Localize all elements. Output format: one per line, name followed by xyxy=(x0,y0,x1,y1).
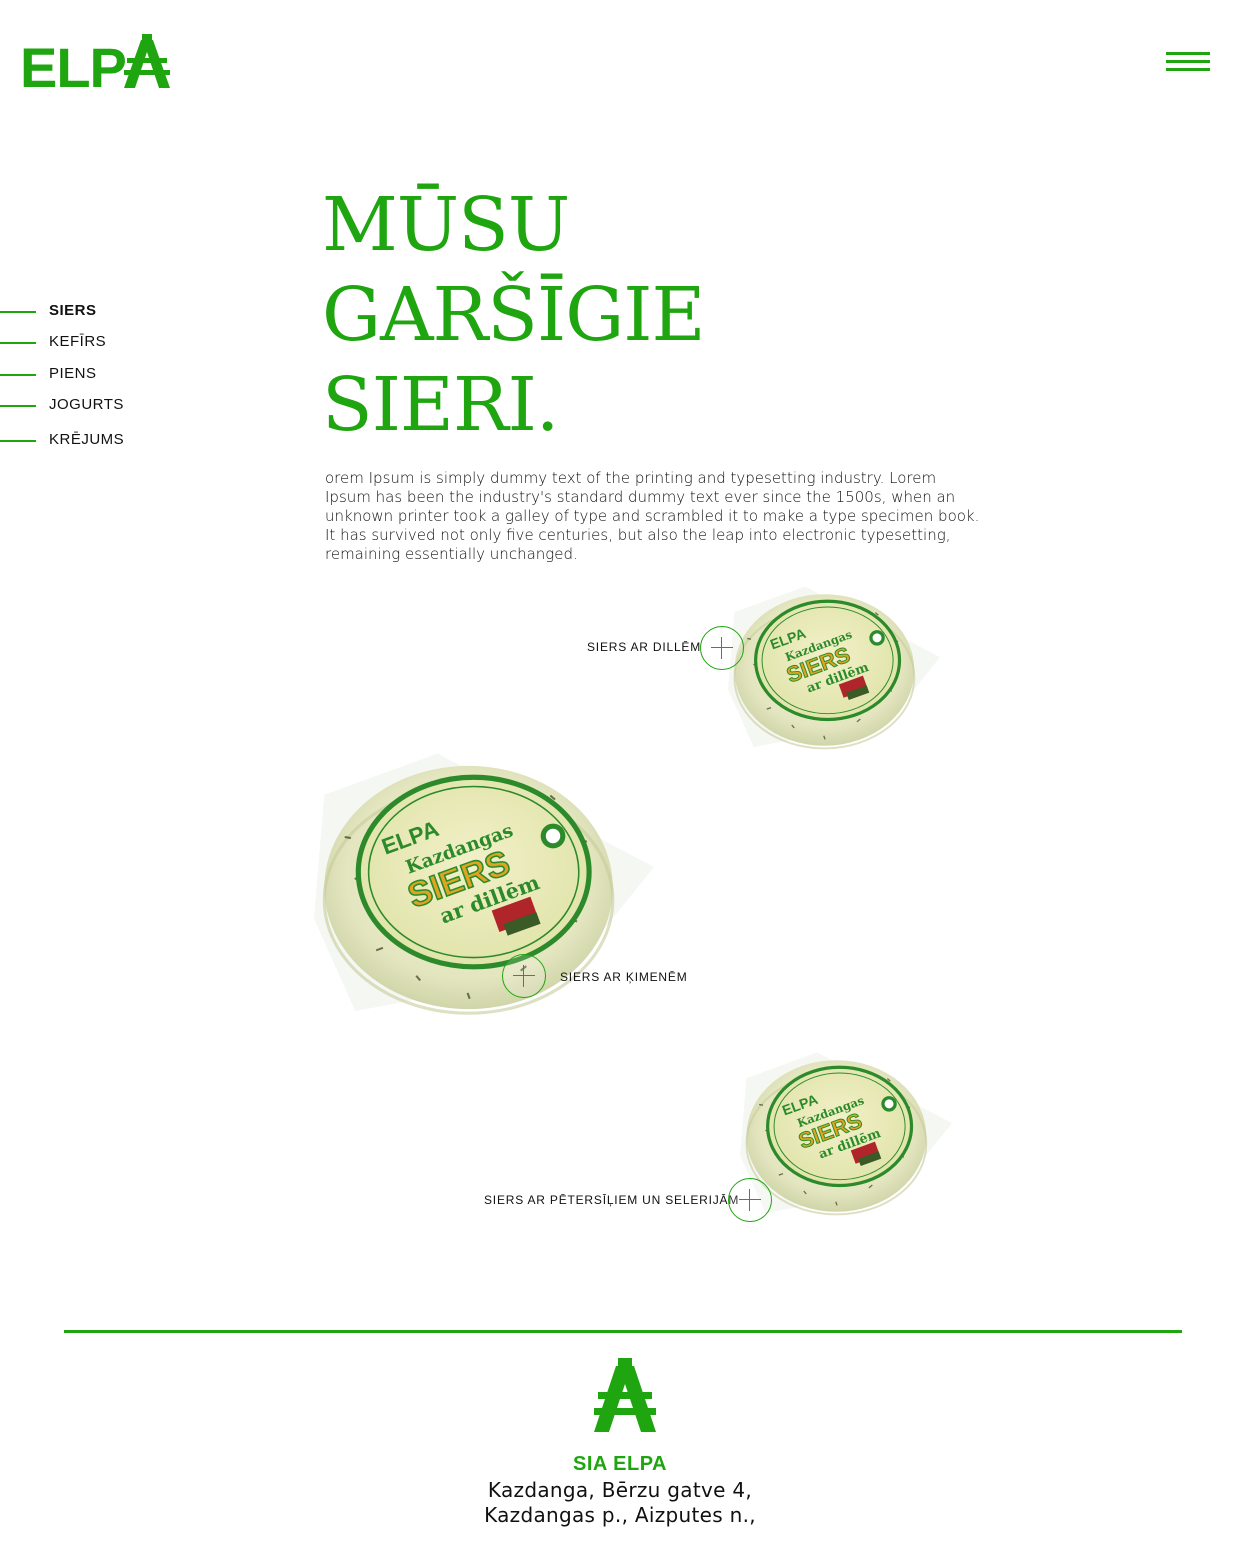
category-item-krejums[interactable]: KRĒJUMS xyxy=(0,429,200,453)
elpa-a-logo-icon xyxy=(594,1358,656,1432)
plus-icon[interactable] xyxy=(502,954,546,998)
footer-divider xyxy=(64,1330,1182,1333)
category-item-kefirs[interactable]: KEFĪRS xyxy=(0,331,200,355)
hamburger-menu-icon[interactable] xyxy=(1164,50,1212,74)
elpa-logo[interactable]: ELP xyxy=(20,34,170,96)
product-label-dill[interactable]: SIERS AR DILLĒM xyxy=(587,640,701,654)
category-line xyxy=(0,342,36,344)
category-label: SIERS xyxy=(49,302,97,319)
cheese-dill-image xyxy=(728,584,940,750)
category-line xyxy=(0,405,36,407)
plus-icon[interactable] xyxy=(728,1178,772,1222)
logo-text: ELP xyxy=(20,36,127,99)
page-title-line: SIERI. xyxy=(322,362,559,448)
product-label-parsley-celery[interactable]: SIERS AR PĒTERSĪĻIEM UN SELERIJĀM xyxy=(484,1193,739,1207)
category-label: JOGURTS xyxy=(49,396,124,413)
category-line xyxy=(0,374,36,376)
page-title: MŪSU GARŠĪGIE SIERI. xyxy=(322,180,706,450)
logo-a-symbol-icon xyxy=(124,34,170,88)
page-title-line: MŪSU xyxy=(322,182,570,268)
category-label: KRĒJUMS xyxy=(49,431,125,448)
category-label: KEFĪRS xyxy=(49,333,107,350)
product-label-caraway[interactable]: SIERS AR ĶIMENĒM xyxy=(560,970,688,984)
category-item-siers[interactable]: SIERS xyxy=(0,300,200,324)
category-item-piens[interactable]: PIENS xyxy=(0,363,200,387)
page-title-line: GARŠĪGIE xyxy=(322,272,706,358)
category-item-jogurts[interactable]: JOGURTS xyxy=(0,394,200,418)
plus-icon[interactable] xyxy=(700,626,744,670)
company-name: SIA ELPA xyxy=(572,1453,667,1475)
address-line-1: Kazdanga, Bērzu gatve 4, xyxy=(487,1478,753,1502)
category-label: PIENS xyxy=(49,365,97,382)
address-line-2: Kazdangas p., Aizputes n., xyxy=(484,1503,756,1527)
category-line xyxy=(0,440,36,442)
intro-paragraph: orem Ipsum is simply dummy text of the p… xyxy=(325,469,980,563)
category-line xyxy=(0,311,36,313)
